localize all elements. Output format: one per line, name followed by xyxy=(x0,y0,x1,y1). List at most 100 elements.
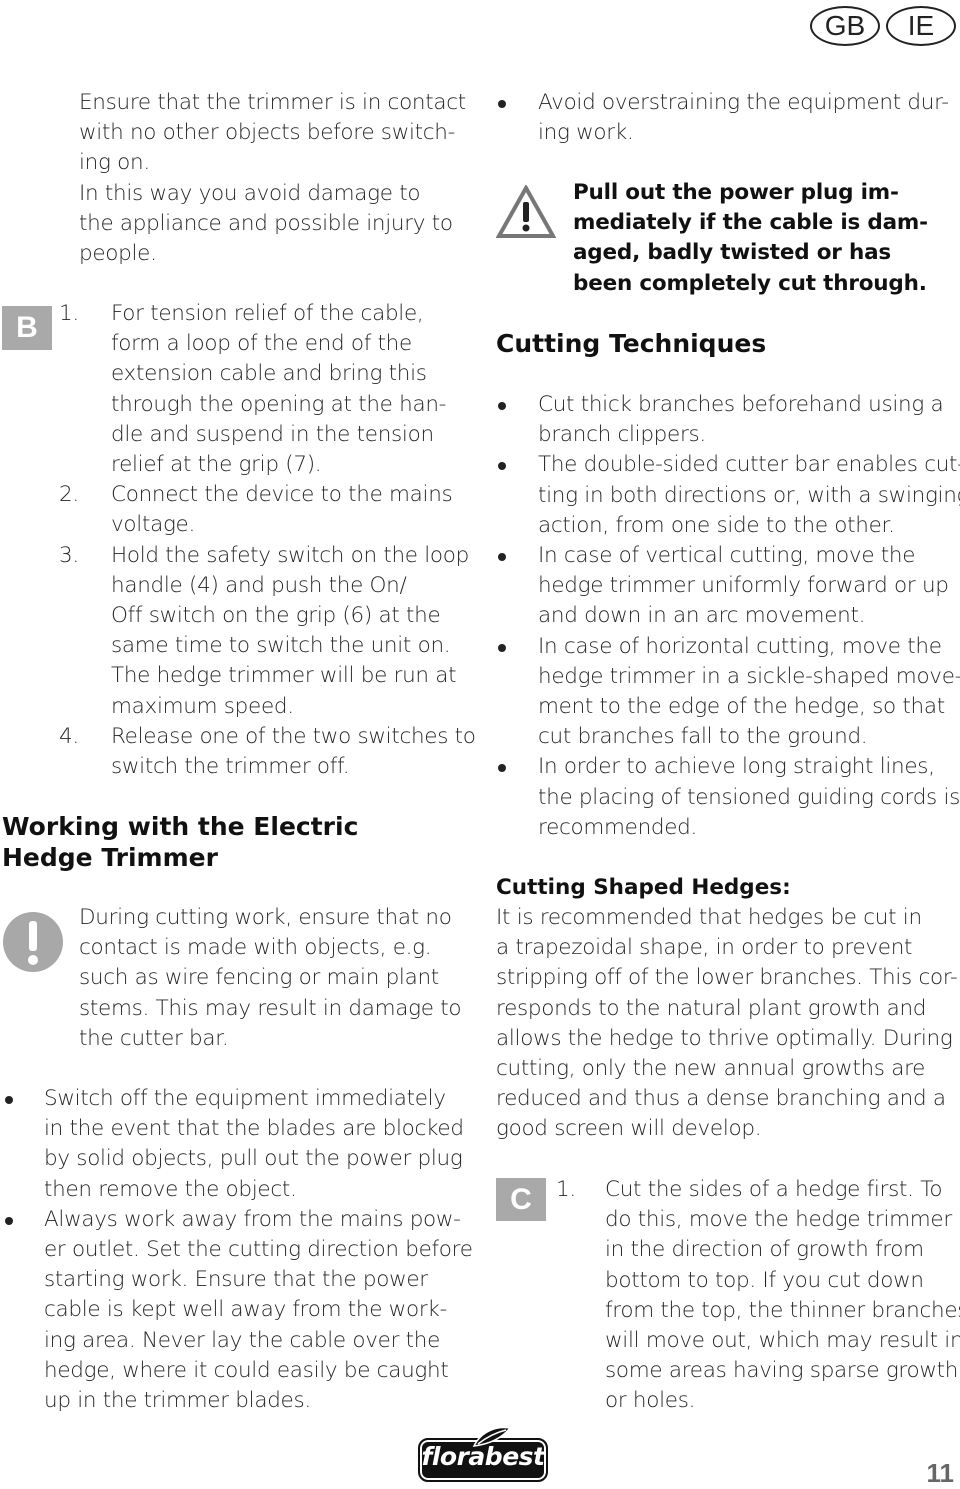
text-line: In this way you avoid damage to xyxy=(79,180,421,206)
warning-triangle-icon xyxy=(495,183,557,239)
text-line: the cutter bar. xyxy=(79,1025,229,1051)
text-line: Pull out the power plug im- xyxy=(573,180,899,205)
text-line: good screen will develop. xyxy=(496,1116,762,1142)
step-number: 4. xyxy=(59,723,79,749)
text-line: er outlet. Set the cutting direction bef… xyxy=(44,1237,473,1262)
text-line: Release one of the two switches to xyxy=(111,723,476,749)
text-line: from the top, the thinner branches xyxy=(605,1297,960,1323)
text-line: mediately if the cable is dam- xyxy=(573,210,928,236)
text-line: aged, badly twisted or has xyxy=(573,240,891,266)
text-line: maximum speed. xyxy=(111,693,294,719)
bullet-icon xyxy=(5,1096,13,1104)
text-line: bottom to top. If you cut down xyxy=(605,1267,924,1293)
text-line: starting work. Ensure that the power xyxy=(44,1267,428,1293)
text-line: handle (4) and push the On/ xyxy=(111,572,407,598)
text-line: and down in an arc movement. xyxy=(538,603,866,629)
country-badge-ie-label: IE xyxy=(907,10,935,41)
step-number: 1. xyxy=(556,1177,576,1202)
notice-exclamation-icon xyxy=(3,912,63,972)
text-line: the placing of tensioned guiding cords i… xyxy=(538,784,960,810)
text-line: people. xyxy=(79,241,157,266)
text-line: contact is made with objects, e.g. xyxy=(79,935,432,961)
text-line: ing on. xyxy=(79,150,150,176)
text-line: ting in both directions or, with a swing… xyxy=(538,482,960,508)
text-line: such as wire fencing or main plant xyxy=(79,965,439,991)
text-line: cable is kept well away from the work- xyxy=(44,1297,447,1323)
cutting-techniques-heading: Cutting Techniques xyxy=(496,329,767,358)
bullet-icon xyxy=(498,643,506,652)
text-line: been completely cut through. xyxy=(573,270,927,296)
text-line: Cut thick branches beforehand using a xyxy=(538,392,944,417)
text-line: ment to the edge of the hedge, so that xyxy=(538,694,945,719)
figure-label-c: C xyxy=(496,1178,546,1221)
text-line: Avoid overstraining the equipment dur- xyxy=(538,90,949,115)
text-line: in the event that the blades are blocked xyxy=(44,1116,464,1142)
text-line: hedge, where it could easily be caught xyxy=(44,1357,449,1383)
text-line: hedge trimmer in a sickle-shaped move- xyxy=(538,663,960,689)
text-line: will move out, which may result in xyxy=(605,1328,960,1353)
bullet-icon xyxy=(498,462,506,471)
text-line: switch the trimmer off. xyxy=(111,754,350,779)
text-line: stripping off of the lower branches. Thi… xyxy=(496,965,958,991)
figure-label-c-text: C xyxy=(510,1183,532,1216)
bullet-icon xyxy=(498,402,506,410)
step-number: 2. xyxy=(59,482,79,508)
country-badge-gb: GB xyxy=(810,6,880,46)
text-line: Ensure that the trimmer is in contact xyxy=(79,90,466,115)
text-line: In order to achieve long straight lines, xyxy=(538,754,935,780)
text-line: Cut the sides of a hedge first. To xyxy=(605,1177,943,1202)
text-line: Hold the safety switch on the loop xyxy=(111,542,469,568)
text-line: It is recommended that hedges be cut in xyxy=(496,905,922,930)
text-line: Always work away from the mains pow- xyxy=(44,1206,461,1232)
text-line: relief at the grip (7). xyxy=(111,452,322,477)
florabest-logo: florabest xyxy=(418,1426,548,1482)
figure-label-b: B xyxy=(2,306,52,350)
text-line: with no other objects before switch- xyxy=(79,120,456,146)
text-line: Switch off the equipment immediately xyxy=(44,1086,446,1111)
text-line: same time to switch the unit on. xyxy=(111,633,451,659)
brand-name: florabest xyxy=(421,1442,545,1471)
text-line: form a loop of the end of the xyxy=(111,331,412,357)
step-number: 1. xyxy=(59,301,79,326)
text-line: voltage. xyxy=(111,512,196,538)
text-line: hedge trimmer uniformly forward or up xyxy=(538,573,949,599)
text-line: or holes. xyxy=(605,1388,696,1414)
text-line: up in the trimmer blades. xyxy=(44,1388,311,1413)
text-line: in the direction of growth from xyxy=(605,1237,924,1263)
text-line: Off switch on the grip (6) at the xyxy=(111,603,441,628)
text-line: recommended. xyxy=(538,814,698,840)
bullet-icon xyxy=(498,764,506,773)
text-line: For tension relief of the cable, xyxy=(111,301,424,326)
text-line: action, from one side to the other. xyxy=(538,512,895,538)
bullet-icon xyxy=(498,100,506,108)
step-number: 3. xyxy=(59,542,79,568)
country-badge-ie: IE xyxy=(886,6,956,46)
text-line: During cutting work, ensure that no xyxy=(79,905,452,930)
text-line: the appliance and possible injury to xyxy=(79,210,453,236)
text-line: In case of vertical cutting, move the xyxy=(538,543,916,568)
figure-label-b-text: B xyxy=(16,311,38,344)
text-line: responds to the natural plant growth and xyxy=(496,995,927,1021)
text-line: ing work. xyxy=(538,120,634,146)
text-line: through the opening at the han- xyxy=(111,391,447,417)
text-line: cut branches fall to the ground. xyxy=(538,724,868,750)
text-line: dle and suspend in the tension xyxy=(111,421,434,447)
text-line: reduced and thus a dense branching and a xyxy=(496,1086,946,1112)
text-line: do this, move the hedge trimmer xyxy=(605,1207,952,1233)
text-line: cutting, only the new annual growths are xyxy=(496,1056,926,1081)
section-heading-line: Working with the Electric xyxy=(2,812,359,841)
text-line: The double-sided cutter bar enables cut- xyxy=(538,452,960,478)
bullet-icon xyxy=(498,553,506,561)
page-number: 11 xyxy=(926,1458,955,1488)
bullet-icon xyxy=(5,1216,13,1225)
text-line: by solid objects, pull out the power plu… xyxy=(44,1146,463,1172)
text-line: allows the hedge to thrive optimally. Du… xyxy=(496,1025,953,1051)
text-line: In case of horizontal cutting, move the xyxy=(538,633,942,659)
text-line: a trapezoidal shape, in order to prevent xyxy=(496,935,913,961)
text-line: ing area. Never lay the cable over the xyxy=(44,1327,441,1353)
text-line: extension cable and bring this xyxy=(111,361,427,387)
section-heading-line: Hedge Trimmer xyxy=(2,843,218,872)
text-line: The hedge trimmer will be run at xyxy=(111,663,457,689)
text-line: Connect the device to the mains xyxy=(111,482,453,508)
text-line: stems. This may result in damage to xyxy=(79,995,462,1021)
